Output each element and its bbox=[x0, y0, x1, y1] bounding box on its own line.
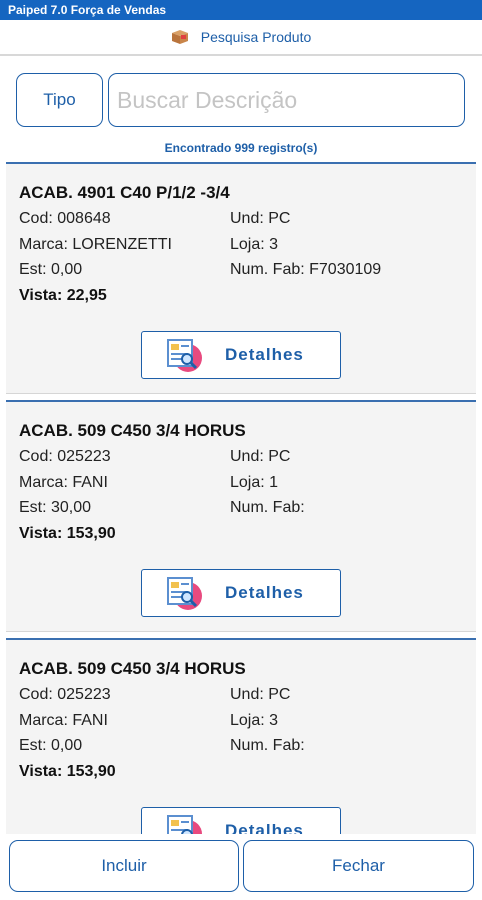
details-button[interactable]: Detalhes bbox=[141, 569, 341, 617]
product-card[interactable]: ACAB. 509 C450 3/4 HORUS Cod: 025223 Und… bbox=[6, 400, 476, 632]
product-card[interactable]: ACAB. 4901 C40 P/1/2 -3/4 Cod: 008648 Un… bbox=[6, 162, 476, 394]
product-loja: Loja: 1 bbox=[230, 474, 279, 491]
details-label: Detalhes bbox=[225, 821, 304, 834]
product-est: Est: 0,00 bbox=[19, 737, 83, 754]
details-button[interactable]: Detalhes bbox=[141, 331, 341, 379]
product-vista-price: Vista: 153,90 bbox=[19, 525, 116, 542]
product-num-fab: Num. Fab: bbox=[230, 499, 305, 516]
product-marca: Marca: FANI bbox=[19, 474, 108, 491]
product-cod: Cod: 025223 bbox=[19, 448, 111, 465]
document-search-icon bbox=[167, 577, 202, 610]
product-title: ACAB. 4901 C40 P/1/2 -3/4 bbox=[19, 183, 230, 202]
product-list[interactable]: ACAB. 4901 C40 P/1/2 -3/4 Cod: 008648 Un… bbox=[6, 162, 476, 834]
screen-header: Pesquisa Produto bbox=[0, 20, 482, 56]
product-marca: Marca: LORENZETTI bbox=[19, 236, 172, 253]
search-bar: Tipo bbox=[16, 73, 466, 127]
product-marca: Marca: FANI bbox=[19, 712, 108, 729]
product-card[interactable]: ACAB. 509 C450 3/4 HORUS Cod: 025223 Und… bbox=[6, 638, 476, 834]
product-loja: Loja: 3 bbox=[230, 236, 279, 253]
details-button[interactable]: Detalhes bbox=[141, 807, 341, 834]
product-cod: Cod: 008648 bbox=[19, 210, 111, 227]
product-und: Und: PC bbox=[230, 210, 291, 227]
product-est: Est: 0,00 bbox=[19, 261, 83, 278]
box-icon bbox=[171, 30, 188, 44]
results-count: Encontrado 999 registro(s) bbox=[164, 141, 318, 155]
product-und: Und: PC bbox=[230, 448, 291, 465]
product-vista-price: Vista: 22,95 bbox=[19, 287, 107, 304]
product-loja: Loja: 3 bbox=[230, 712, 279, 729]
product-num-fab: Num. Fab: F7030109 bbox=[230, 261, 382, 278]
fechar-button[interactable]: Fechar bbox=[243, 840, 474, 892]
incluir-button[interactable]: Incluir bbox=[9, 840, 239, 892]
product-cod: Cod: 025223 bbox=[19, 686, 111, 703]
document-search-icon bbox=[167, 339, 202, 372]
search-description-input[interactable] bbox=[108, 73, 465, 127]
details-label: Detalhes bbox=[225, 583, 304, 602]
details-label: Detalhes bbox=[225, 345, 304, 364]
product-num-fab: Num. Fab: bbox=[230, 737, 305, 754]
footer-bar: Incluir Fechar bbox=[0, 834, 482, 900]
product-und: Und: PC bbox=[230, 686, 291, 703]
tipo-button[interactable]: Tipo bbox=[16, 73, 103, 127]
product-vista-price: Vista: 153,90 bbox=[19, 763, 116, 780]
screen-title: Pesquisa Produto bbox=[200, 29, 312, 45]
product-title: ACAB. 509 C450 3/4 HORUS bbox=[19, 659, 246, 678]
app-title-bar: Paiped 7.0 Força de Vendas bbox=[0, 0, 482, 20]
product-est: Est: 30,00 bbox=[19, 499, 92, 516]
product-title: ACAB. 509 C450 3/4 HORUS bbox=[19, 421, 246, 440]
document-search-icon bbox=[167, 815, 202, 834]
